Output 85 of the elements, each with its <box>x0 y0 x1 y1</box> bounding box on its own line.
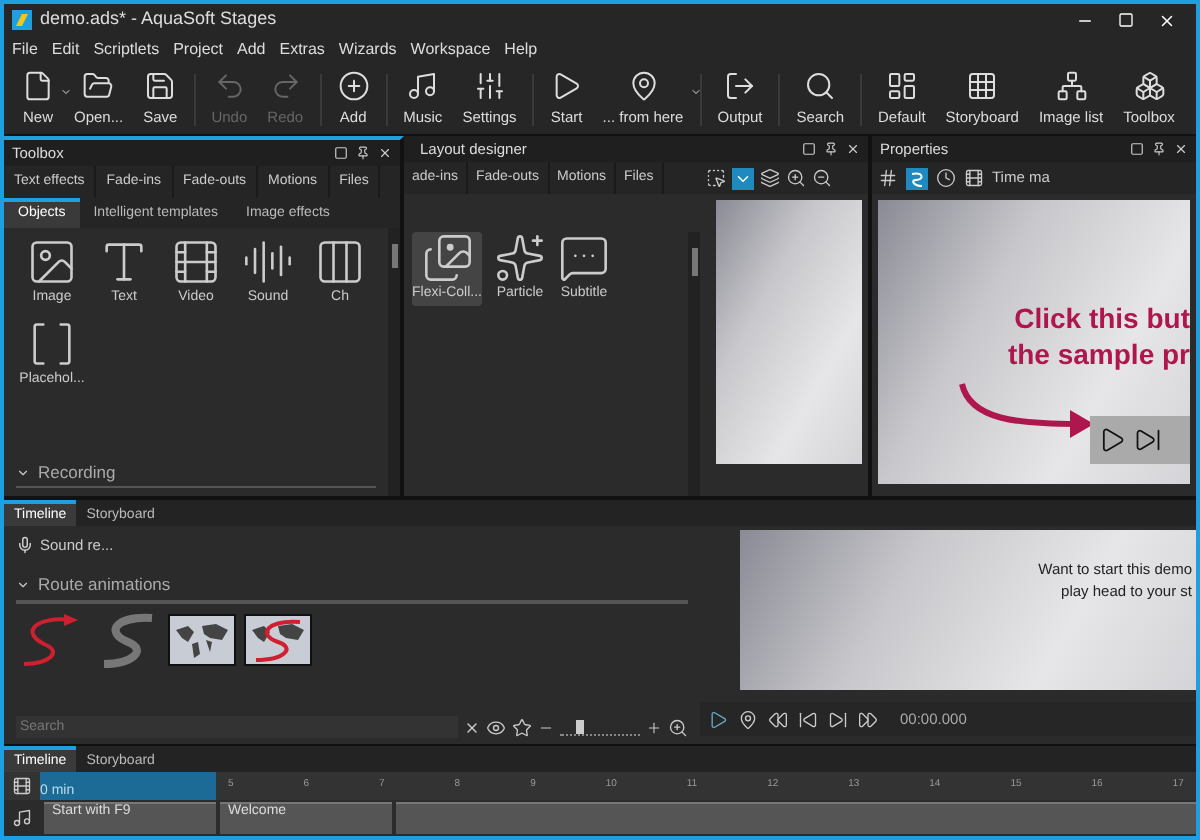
menu-item[interactable]: Wizards <box>338 38 397 62</box>
ruler-icon[interactable] <box>12 776 32 796</box>
zoom-icon[interactable] <box>668 717 688 737</box>
toggle-button[interactable] <box>732 167 754 189</box>
timeline-clip[interactable] <box>396 802 1196 834</box>
layout-icon <box>885 69 918 102</box>
pin-icon <box>627 69 660 102</box>
close-icon[interactable] <box>846 142 860 156</box>
search-icon <box>804 69 837 102</box>
star-icon[interactable] <box>512 717 532 737</box>
save-icon <box>144 69 177 102</box>
slide-text: Click this but <box>1014 300 1190 336</box>
toggle-button[interactable] <box>906 167 928 189</box>
maximize-icon[interactable] <box>1118 12 1134 28</box>
zoom-out-icon[interactable] <box>812 168 832 188</box>
scrollbar[interactable] <box>388 228 400 496</box>
section-heading: Recording <box>38 460 116 486</box>
curve-icon <box>908 169 926 187</box>
close-icon[interactable] <box>378 146 392 160</box>
menu-item[interactable]: Edit <box>51 38 80 62</box>
play-icon[interactable] <box>708 709 728 729</box>
section-heading: Route animations <box>38 572 171 598</box>
window-title: demo.ads* - AquaSoft Stages <box>40 6 279 33</box>
app-logo-icon <box>12 10 32 30</box>
track-icon[interactable] <box>12 808 32 828</box>
close-icon[interactable] <box>1174 142 1188 156</box>
play-icon[interactable] <box>1098 426 1126 454</box>
sound-wave-icon <box>242 236 294 288</box>
fast-forward-icon[interactable] <box>858 709 878 729</box>
play-icon <box>550 69 583 102</box>
selection-icon[interactable] <box>706 168 726 188</box>
speech-bubble-icon <box>558 232 611 284</box>
menu-item[interactable]: Project <box>173 38 223 62</box>
world-map-icon[interactable] <box>168 614 236 666</box>
sliders-icon <box>473 69 506 102</box>
film-strip-icon <box>314 236 366 288</box>
skip-forward-icon[interactable] <box>828 709 848 729</box>
zoom-slider[interactable] <box>560 719 640 735</box>
menu-item[interactable]: File <box>12 38 38 62</box>
menu-item[interactable]: Add <box>237 38 266 62</box>
menu-item[interactable]: Workspace <box>410 38 491 62</box>
layers-icon[interactable] <box>760 168 780 188</box>
new-file-icon <box>22 69 54 102</box>
map-route-icon[interactable] <box>244 614 312 666</box>
redo-icon <box>269 69 302 102</box>
microphone-icon <box>16 536 34 555</box>
menu-item[interactable]: Help <box>504 38 538 62</box>
caret-icon <box>689 85 702 98</box>
image-icon <box>26 236 78 288</box>
scrollbar[interactable] <box>688 232 700 496</box>
plus-circle-icon <box>337 69 370 102</box>
rewind-icon[interactable] <box>768 709 788 729</box>
film-icon <box>170 236 222 288</box>
pin-icon[interactable] <box>824 142 838 156</box>
zoom-in-icon[interactable] <box>646 719 662 735</box>
slider-thumb[interactable] <box>576 719 584 733</box>
grid-icon <box>966 69 999 102</box>
hierarchy-icon <box>1055 69 1088 102</box>
clear-icon[interactable] <box>464 719 480 735</box>
float-icon[interactable] <box>802 142 816 156</box>
film-icon[interactable] <box>964 168 984 188</box>
folder-icon <box>82 69 115 102</box>
float-icon[interactable] <box>334 146 348 160</box>
cubes-icon <box>1133 69 1165 102</box>
photos-icon <box>421 232 473 284</box>
collapse-icon[interactable] <box>16 466 30 481</box>
sparkles-icon <box>494 232 547 284</box>
menu-item[interactable]: Scriptlets <box>93 38 160 62</box>
collapse-icon[interactable] <box>16 578 30 593</box>
timer-icon[interactable] <box>936 168 956 188</box>
music-icon <box>406 69 439 102</box>
skip-back-icon[interactable] <box>798 709 818 729</box>
eye-icon[interactable] <box>486 717 506 737</box>
grid-icon[interactable] <box>878 168 898 188</box>
pin-icon[interactable] <box>356 146 370 160</box>
slide-text: the sample pr <box>1007 336 1190 372</box>
menu-item[interactable]: Extras <box>279 38 325 62</box>
pin-icon[interactable] <box>738 709 758 729</box>
undo-icon <box>213 69 246 102</box>
zoom-in-icon[interactable] <box>786 168 806 188</box>
play-from-icon[interactable] <box>1134 426 1162 454</box>
pin-icon[interactable] <box>1152 142 1166 156</box>
caret-icon <box>60 85 72 98</box>
exit-icon <box>723 69 756 102</box>
float-icon[interactable] <box>1130 142 1144 156</box>
